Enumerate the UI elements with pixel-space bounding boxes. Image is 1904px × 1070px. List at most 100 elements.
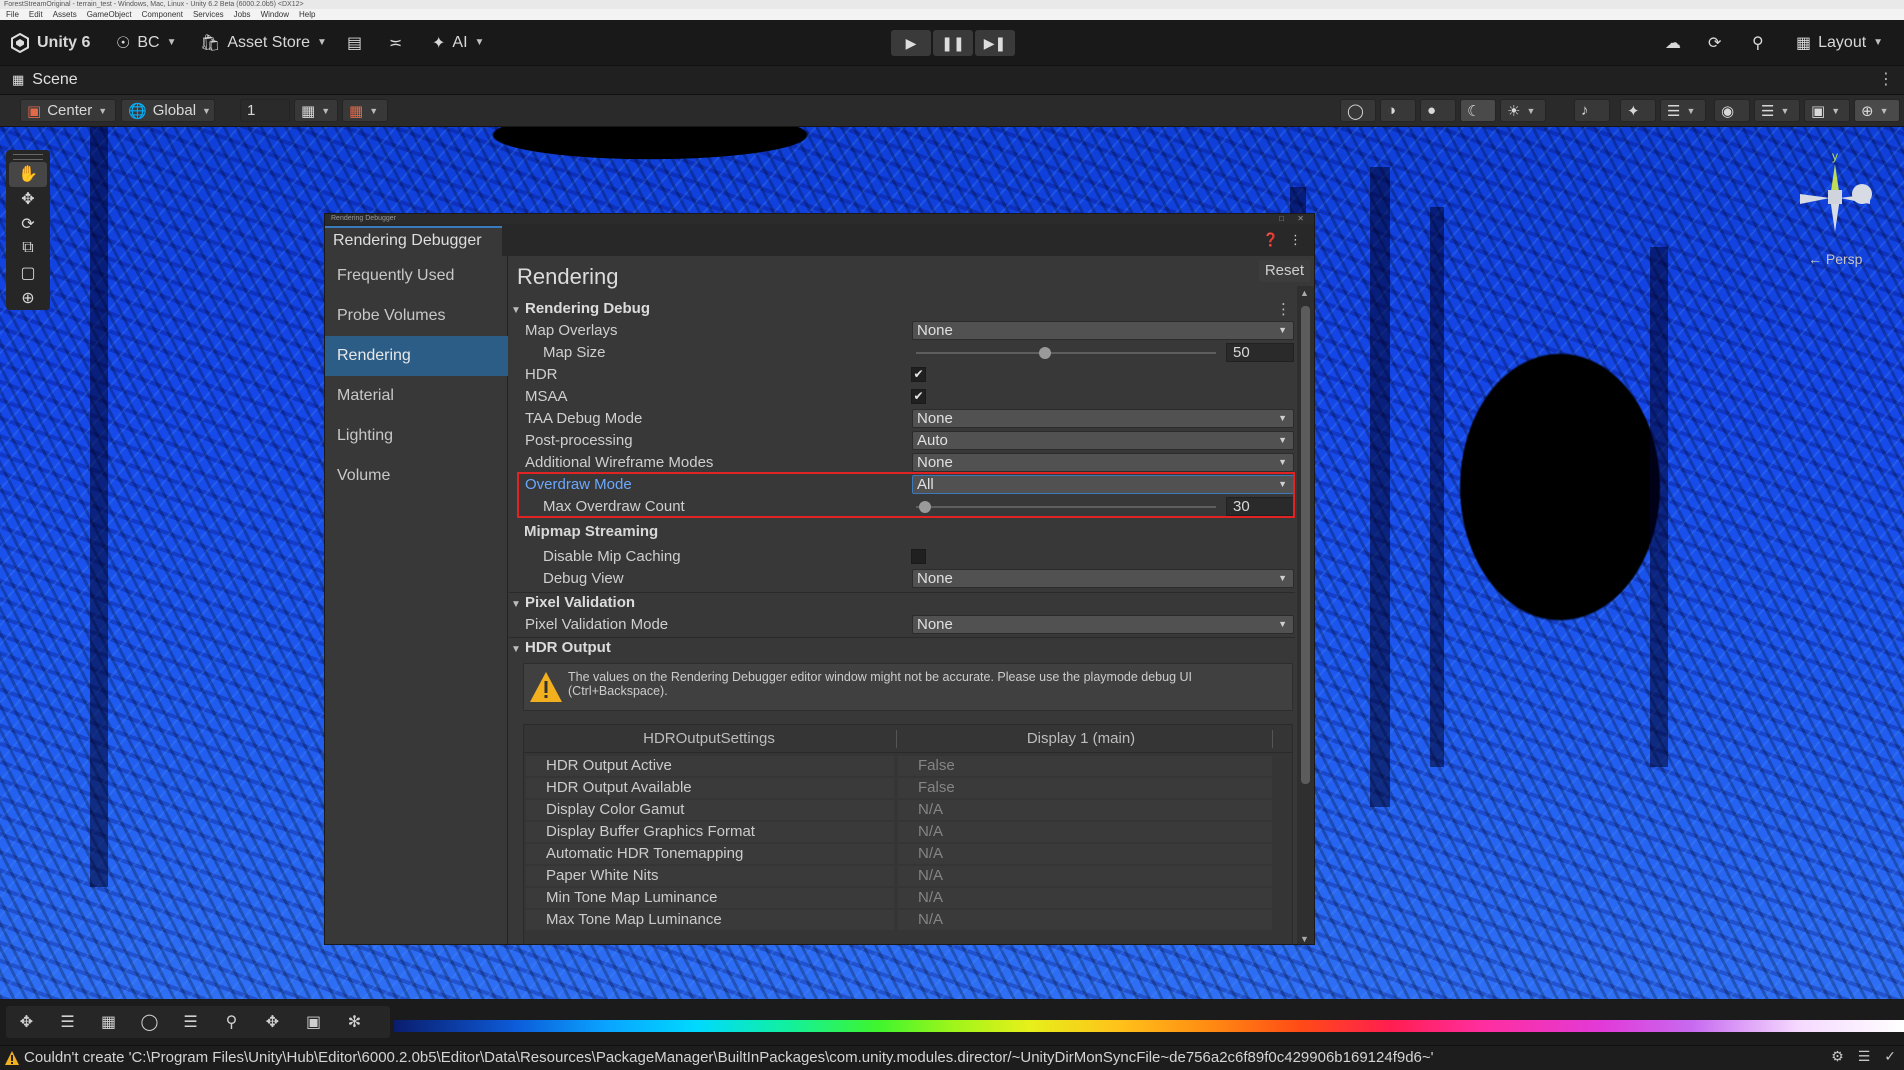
rotate-tool-button[interactable]: ⟳	[9, 211, 47, 236]
window-titlebar[interactable]: Rendering Debugger □ ✕	[325, 214, 1314, 224]
shaded-button[interactable]: ●	[1420, 99, 1456, 122]
menu-gameobject[interactable]: GameObject	[87, 9, 132, 20]
move-overlay-icon[interactable]: ✥	[6, 1008, 47, 1036]
menu-component[interactable]: Component	[142, 9, 183, 20]
camera-icon[interactable]: ▣	[293, 1008, 334, 1036]
wireframe-modes-dropdown[interactable]: None ▼	[912, 453, 1294, 472]
close-icon[interactable]: ✕	[1297, 214, 1304, 224]
grid-snap-dropdown[interactable]: ▦ ▼	[294, 99, 338, 122]
status-message[interactable]: Couldn't create 'C:\Program Files\Unity\…	[24, 1046, 1434, 1070]
sliders-icon[interactable]: ☰	[47, 1008, 88, 1036]
hand-tool-button[interactable]: ✋	[9, 161, 47, 187]
bug-icon[interactable]: ⚙	[1831, 1048, 1844, 1065]
section-hdr-output[interactable]: ▼ HDR Output	[509, 637, 611, 659]
camera-dropdown[interactable]: ▣ ▼	[1804, 99, 1850, 122]
menu-window[interactable]: Window	[261, 9, 289, 20]
help-icon[interactable]: ❓	[1263, 232, 1279, 248]
disable-mip-caching-checkbox[interactable]	[911, 549, 926, 564]
scroll-up-icon[interactable]: ▲	[1300, 288, 1309, 298]
menu-help[interactable]: Help	[299, 9, 315, 20]
post-processing-dropdown[interactable]: Auto ▼	[912, 431, 1294, 450]
sidebar-item-lighting[interactable]: Lighting	[325, 416, 508, 456]
effects-dropdown[interactable]: ☰ ▼	[1660, 99, 1706, 122]
section-pixel-validation[interactable]: ▼ Pixel Validation	[509, 592, 635, 614]
global-local-dropdown[interactable]: 🌐 Global ▼	[121, 99, 215, 122]
persp-label[interactable]: ← Persp	[1808, 251, 1862, 267]
tab-scene[interactable]: ▦ Scene	[12, 71, 78, 89]
circle-icon[interactable]: ◯	[129, 1008, 170, 1036]
column-header[interactable]: Display 1 (main)	[896, 725, 1266, 753]
msaa-checkbox[interactable]: ✔	[911, 389, 926, 404]
menu-assets[interactable]: Assets	[53, 9, 77, 20]
sidebar-item-material[interactable]: Material	[325, 376, 508, 416]
scale-tool-button[interactable]: ⧉	[9, 236, 47, 261]
transform-tool-button[interactable]: ⊕	[9, 285, 47, 310]
lighting-toggle-dropdown[interactable]: ☀ ▼	[1500, 99, 1546, 122]
sidebar-item-frequently-used[interactable]: Frequently Used	[325, 256, 508, 296]
palette-grip[interactable]	[13, 154, 43, 160]
more-options-icon[interactable]: ⋮	[1878, 69, 1894, 89]
menu-edit[interactable]: Edit	[29, 9, 43, 20]
package-icon[interactable]: ▤	[347, 20, 362, 65]
gizmo-neg-x-cone[interactable]	[1800, 194, 1830, 204]
layers-icon[interactable]: ☰	[170, 1008, 211, 1036]
move-tool-button[interactable]: ✥	[9, 187, 47, 212]
slider-track[interactable]	[916, 352, 1216, 354]
asset-store-dropdown[interactable]: 🛍 Asset Store ▼	[200, 20, 327, 65]
gizmo-z-sphere[interactable]	[1852, 184, 1872, 204]
scrollbar-thumb[interactable]	[1301, 306, 1310, 784]
section-rendering-debug[interactable]: ▼ Rendering Debug	[509, 298, 650, 320]
step-button[interactable]: ▶❚	[975, 30, 1015, 56]
pivot-center-dropdown[interactable]: ▣ Center ▼	[20, 99, 116, 122]
map-overlays-dropdown[interactable]: None ▼	[912, 321, 1294, 340]
tab-rendering-debugger[interactable]: Rendering Debugger	[325, 226, 502, 256]
more-options-icon[interactable]: ⋮	[1289, 232, 1302, 248]
crosshair-icon[interactable]: ✥	[252, 1008, 293, 1036]
column-divider[interactable]	[1272, 730, 1273, 748]
slider-track[interactable]	[916, 506, 1216, 508]
cloud-icon[interactable]: ☁	[1665, 20, 1681, 65]
slider-knob[interactable]	[919, 501, 931, 513]
grid-visibility-dropdown[interactable]: ▦ ▼	[342, 99, 388, 122]
menu-services[interactable]: Services	[193, 9, 224, 20]
pause-button[interactable]: ❚❚	[933, 30, 973, 56]
max-overdraw-slider[interactable]: 30	[912, 496, 1294, 518]
debug-draw-button[interactable]: ☾	[1460, 99, 1496, 122]
compass-icon[interactable]: ✻	[334, 1008, 375, 1036]
ai-dropdown[interactable]: ✦ AI ▼	[432, 20, 484, 65]
search-icon[interactable]: ⚲	[211, 1008, 252, 1036]
reset-button[interactable]: Reset	[1258, 260, 1310, 282]
snap-increment-field[interactable]: 1	[240, 99, 290, 122]
max-overdraw-input[interactable]: 30	[1226, 497, 1294, 516]
check-circle-icon[interactable]: ✓	[1884, 1048, 1896, 1065]
search-icon[interactable]: ⚲	[1752, 20, 1764, 65]
grid-hatch-icon[interactable]: ▦	[88, 1008, 129, 1036]
orientation-gizmo[interactable]: y	[1790, 148, 1886, 258]
overdraw-mode-dropdown[interactable]: All ▼	[912, 475, 1294, 494]
subsection-mipmap-streaming[interactable]: Mipmap Streaming	[509, 521, 1295, 543]
shaded-wireframe-button[interactable]: ◑	[1380, 99, 1416, 122]
account-dropdown[interactable]: ☉ BC ▼	[116, 20, 176, 65]
layers-dropdown[interactable]: ☰ ▼	[1754, 99, 1800, 122]
visibility-button[interactable]: ◉	[1714, 99, 1750, 122]
version-control-icon[interactable]: ≍	[389, 20, 402, 65]
panel-scrollbar[interactable]: ▲ ▼	[1297, 286, 1314, 944]
network-icon[interactable]: ☰	[1858, 1048, 1871, 1065]
fx-toggle-button[interactable]: ✦	[1620, 99, 1656, 122]
map-size-input[interactable]: 50	[1226, 343, 1294, 362]
taa-debug-mode-dropdown[interactable]: None ▼	[912, 409, 1294, 428]
history-icon[interactable]: ⟳	[1708, 20, 1721, 65]
maximize-icon[interactable]: □	[1279, 214, 1284, 224]
column-header[interactable]: HDROutputSettings	[524, 725, 894, 753]
audio-toggle-button[interactable]: ♪	[1574, 99, 1610, 122]
layout-dropdown[interactable]: ▦ Layout ▼	[1796, 20, 1883, 65]
sidebar-item-rendering[interactable]: Rendering	[325, 336, 508, 376]
slider-knob[interactable]	[1039, 347, 1051, 359]
gizmos-dropdown[interactable]: ⊕ ▼	[1854, 99, 1900, 122]
section-menu-icon[interactable]: ⋮	[1276, 300, 1291, 318]
debug-view-dropdown[interactable]: None ▼	[912, 569, 1294, 588]
scroll-down-icon[interactable]: ▼	[1300, 934, 1309, 944]
play-button[interactable]: ▶	[891, 30, 931, 56]
gizmo-center-cube[interactable]	[1828, 190, 1842, 204]
pixel-validation-mode-dropdown[interactable]: None ▼	[912, 615, 1294, 634]
